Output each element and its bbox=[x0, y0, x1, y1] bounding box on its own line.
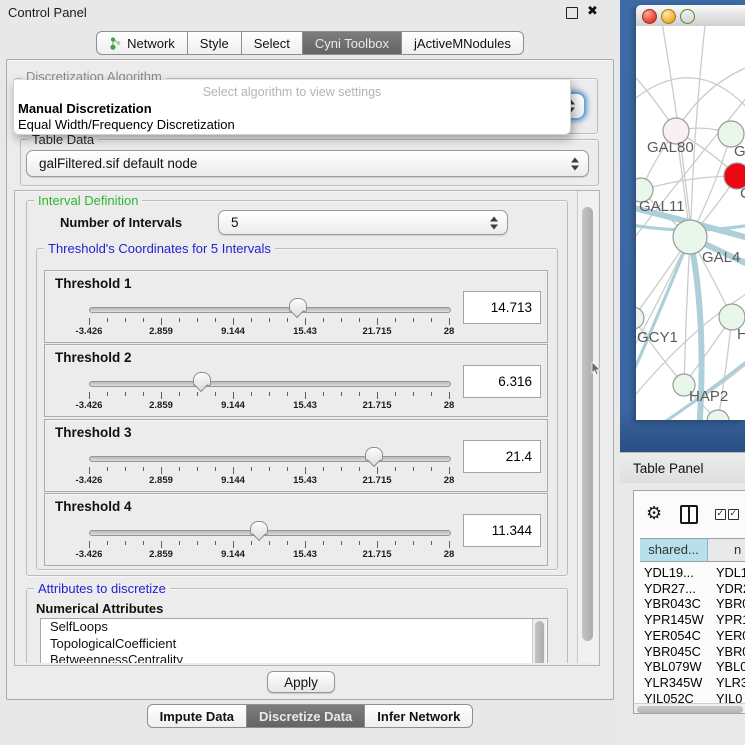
network-edge[interactable] bbox=[684, 237, 690, 385]
bottom-tab-bar: Impute Data Discretize Data Infer Network bbox=[0, 704, 620, 728]
table-row-name[interactable]: YDR2 bbox=[716, 581, 745, 596]
mouse-cursor bbox=[591, 362, 603, 376]
network-canvas[interactable]: GAL80 GA C GAL11 GAL4 GCY1 H HAP2 bbox=[636, 26, 745, 420]
table-row-name[interactable]: YLR3 bbox=[716, 675, 745, 690]
algorithm-dropdown-popup: Select algorithm to view settings Manual… bbox=[13, 80, 571, 135]
table-row-shared-name[interactable]: YBL079W bbox=[644, 659, 702, 674]
algorithm-hint: Select algorithm to view settings bbox=[14, 85, 570, 99]
tab-jactivemnodules[interactable]: jActiveMNodules bbox=[402, 31, 524, 55]
table-row-name[interactable]: YER0 bbox=[716, 628, 745, 643]
algorithm-option-manual[interactable]: Manual Discretization bbox=[18, 101, 152, 116]
node-label: HAP2 bbox=[689, 388, 728, 405]
network-edge[interactable] bbox=[641, 176, 737, 190]
tab-label: Impute Data bbox=[160, 709, 234, 724]
tab-label: Style bbox=[200, 36, 229, 51]
table-row-name[interactable]: YBL0 bbox=[716, 659, 745, 674]
network-edge[interactable] bbox=[636, 237, 690, 388]
tab-infer-network[interactable]: Infer Network bbox=[365, 704, 473, 728]
panel-title: Control Panel bbox=[8, 5, 87, 20]
table-hscrollbar[interactable] bbox=[634, 703, 745, 714]
attributes-list-scrollbar[interactable] bbox=[532, 619, 546, 663]
table-row-shared-name[interactable]: YER054C bbox=[644, 628, 701, 643]
table-row-shared-name[interactable]: YDL19... bbox=[644, 565, 694, 580]
checkbox-icon[interactable] bbox=[715, 509, 726, 520]
attributes-group-title: Attributes to discretize bbox=[34, 581, 170, 596]
node-label: GAL80 bbox=[647, 139, 694, 156]
apply-button[interactable]: Apply bbox=[267, 671, 335, 693]
attribute-item[interactable]: TopologicalCoefficient bbox=[41, 636, 547, 653]
numerical-attributes-label: Numerical Attributes bbox=[36, 601, 163, 616]
tab-network[interactable]: Network bbox=[96, 31, 188, 55]
control-panel: Control Panel ✖ Network Style Select Cyni T… bbox=[0, 0, 620, 745]
tab-label: Infer Network bbox=[377, 709, 460, 724]
node-label: GCY1 bbox=[637, 329, 678, 346]
table-row-shared-name[interactable]: YPR145W bbox=[644, 612, 704, 627]
node-table: ⚙ shared... n YDL19...YDL1YDR27...YDR2YB… bbox=[633, 490, 745, 714]
node-gcy1[interactable] bbox=[636, 307, 644, 329]
top-tab-bar: Network Style Select Cyni Toolbox jActiveMNo… bbox=[0, 31, 620, 55]
tab-impute-data[interactable]: Impute Data bbox=[147, 704, 247, 728]
slider-thumb[interactable] bbox=[289, 298, 307, 312]
table-row-shared-name[interactable]: YBR045C bbox=[644, 644, 701, 659]
table-data-combobox[interactable]: galFiltered.sif default node bbox=[26, 150, 589, 177]
slider-thumb[interactable] bbox=[193, 372, 211, 386]
settings-scrollbar[interactable] bbox=[577, 191, 598, 663]
minimize-traffic-icon[interactable] bbox=[661, 9, 676, 24]
tab-label: Network bbox=[127, 36, 175, 51]
attributes-clip: Attributes to discretize Numerical Attri… bbox=[15, 191, 576, 663]
node-label: C bbox=[740, 185, 745, 202]
tab-style[interactable]: Style bbox=[188, 31, 242, 55]
table-panel-body: ⚙ shared... n YDL19...YDL1YDR27...YDR2YB… bbox=[620, 483, 745, 745]
split-column-icon[interactable] bbox=[680, 505, 698, 524]
table-row-name[interactable]: YBR0 bbox=[716, 596, 745, 611]
attribute-item[interactable]: SelfLoops bbox=[41, 619, 547, 636]
tab-label: jActiveMNodules bbox=[414, 36, 511, 51]
column-header-shared-name[interactable]: shared... bbox=[640, 538, 708, 562]
node-bottom[interactable] bbox=[707, 410, 729, 420]
float-window-icon[interactable] bbox=[566, 7, 578, 19]
table-panel-title: Table Panel bbox=[633, 461, 704, 476]
table-panel-titlebar: Table Panel bbox=[620, 452, 745, 485]
table-data-value: galFiltered.sif default node bbox=[27, 156, 197, 171]
tab-label: Discretize Data bbox=[259, 709, 352, 724]
algorithm-option-equal-width[interactable]: Equal Width/Frequency Discretization bbox=[18, 117, 235, 132]
close-traffic-icon[interactable] bbox=[642, 9, 657, 24]
combo-arrows-icon bbox=[571, 157, 579, 170]
network-edge[interactable] bbox=[691, 26, 706, 220]
node-label: GAL4 bbox=[702, 249, 740, 266]
node-label: GA bbox=[734, 143, 745, 160]
tab-cyni-toolbox[interactable]: Cyni Toolbox bbox=[303, 31, 402, 55]
checkbox-icon[interactable] bbox=[728, 509, 739, 520]
node-label: GAL11 bbox=[639, 198, 685, 215]
network-graph: GAL80 GA C GAL11 GAL4 GCY1 H HAP2 bbox=[636, 26, 745, 420]
network-window-titlebar[interactable] bbox=[636, 5, 745, 27]
gear-icon[interactable]: ⚙ bbox=[646, 504, 662, 522]
slider-thumb[interactable] bbox=[250, 521, 268, 535]
tab-label: Cyni Toolbox bbox=[315, 36, 389, 51]
slider-thumb[interactable] bbox=[365, 447, 383, 461]
attributes-list[interactable]: SelfLoopsTopologicalCoefficientBetweenne… bbox=[40, 618, 548, 663]
table-row-shared-name[interactable]: YBR043C bbox=[644, 596, 701, 611]
table-row-shared-name[interactable]: YDR27... bbox=[644, 581, 696, 596]
close-icon[interactable]: ✖ bbox=[587, 5, 598, 17]
node-label: H bbox=[737, 326, 745, 343]
zoom-traffic-icon[interactable] bbox=[680, 9, 695, 24]
tab-label: Select bbox=[254, 36, 290, 51]
tab-discretize-data[interactable]: Discretize Data bbox=[247, 704, 365, 728]
network-window: GAL80 GA C GAL11 GAL4 GCY1 H HAP2 bbox=[636, 5, 745, 420]
column-header-name[interactable]: n bbox=[708, 538, 745, 562]
table-row-name[interactable]: YPR1 bbox=[716, 612, 745, 627]
tab-select[interactable]: Select bbox=[242, 31, 303, 55]
attribute-item[interactable]: BetweennessCentrality bbox=[41, 652, 547, 663]
table-row-shared-name[interactable]: YLR345W bbox=[644, 675, 702, 690]
table-row-name[interactable]: YDL1 bbox=[716, 565, 745, 580]
network-icon bbox=[109, 36, 122, 51]
screen: Control Panel ✖ Network Style Select Cyni T… bbox=[0, 0, 745, 745]
table-row-name[interactable]: YBR0 bbox=[716, 644, 745, 659]
